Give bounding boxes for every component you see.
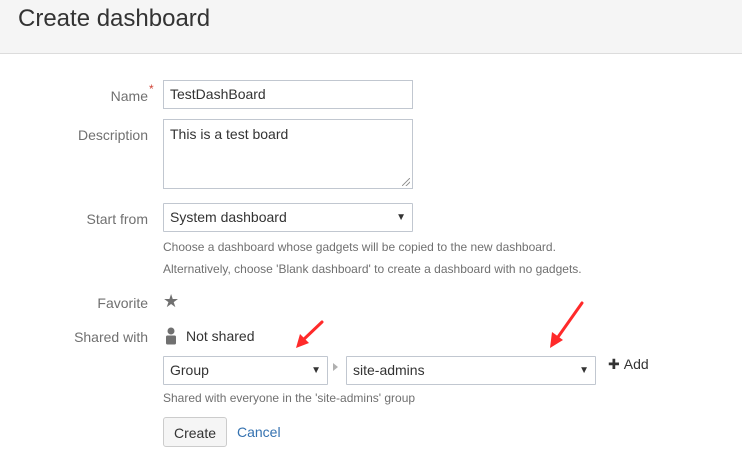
shared-with-label: Shared with (74, 329, 148, 345)
chevron-right-icon (333, 363, 338, 371)
group-selected: site-admins (353, 362, 425, 378)
add-share-button[interactable]: ✚ Add (608, 356, 649, 373)
group-select[interactable]: site-admins ▼ (346, 356, 596, 385)
star-icon[interactable]: ★ (163, 291, 179, 311)
name-input[interactable]: TestDashBoard (163, 80, 413, 109)
share-help: Shared with everyone in the 'site-admins… (163, 391, 416, 405)
add-share-label: Add (623, 356, 649, 372)
required-indicator: * (149, 82, 154, 96)
description-textarea[interactable]: This is a test board (163, 119, 413, 189)
description-text: This is a test board (170, 126, 289, 142)
cancel-link[interactable]: Cancel (237, 424, 281, 440)
chevron-down-icon: ▼ (579, 365, 589, 376)
page-header: Create dashboard (0, 0, 742, 54)
start-from-help-1: Choose a dashboard whose gadgets will be… (163, 240, 556, 254)
page-title: Create dashboard (18, 5, 211, 32)
chevron-down-icon: ▼ (311, 365, 321, 376)
share-type-select[interactable]: Group ▼ (163, 356, 328, 385)
chevron-down-icon: ▼ (396, 212, 406, 223)
description-label: Description (77, 127, 148, 143)
annotation-arrow-2 (550, 301, 584, 348)
start-from-select[interactable]: System dashboard ▼ (163, 203, 413, 232)
share-type-selected: Group (170, 362, 209, 378)
name-label: Name (110, 88, 148, 104)
person-icon (166, 327, 176, 345)
create-button[interactable]: Create (163, 417, 227, 447)
resize-handle-icon[interactable] (402, 178, 410, 186)
start-from-selected: System dashboard (170, 209, 287, 225)
annotation-arrow-1 (296, 320, 324, 348)
start-from-help-2: Alternatively, choose 'Blank dashboard' … (163, 262, 582, 276)
start-from-label: Start from (86, 211, 148, 227)
favorite-label: Favorite (97, 295, 148, 311)
share-status: Not shared (186, 328, 255, 344)
plus-icon: ✚ (608, 356, 620, 372)
